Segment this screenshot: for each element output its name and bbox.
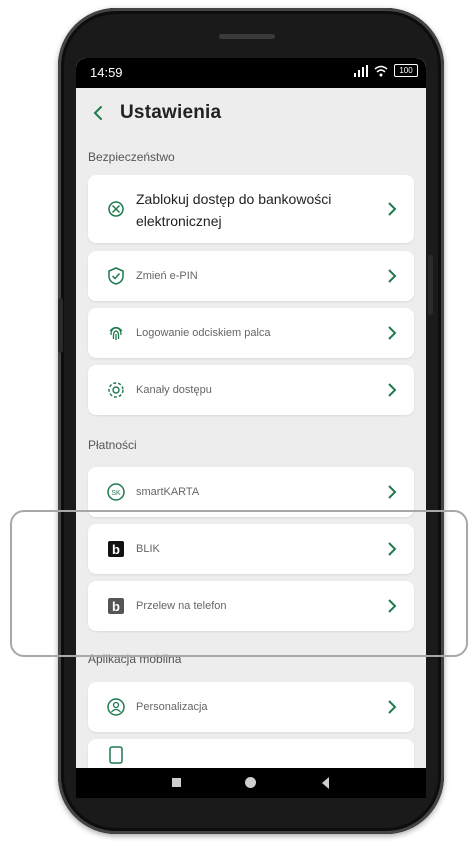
chevron-right-icon	[388, 700, 397, 714]
menu-item-access-channels[interactable]: Kanały dostępu	[88, 365, 414, 415]
highlight-frame	[10, 510, 468, 657]
volume-button	[58, 298, 63, 353]
home-button[interactable]	[245, 777, 256, 788]
section-title-security: Bezpieczeństwo	[88, 150, 175, 164]
menu-item-block-access[interactable]: Zablokuj dostęp do bankowości elektronic…	[88, 175, 414, 243]
status-bar: 14:59 100	[76, 58, 426, 88]
block-icon	[106, 199, 126, 219]
app-screen: 14:59 100 Ustawienia Bezpieczeństwo Zabl…	[76, 58, 426, 768]
menu-item-change-epin[interactable]: Zmień e-PIN	[88, 251, 414, 301]
status-icons: 100	[354, 64, 418, 77]
menu-item-label: Zablokuj dostęp do bankowości	[136, 191, 332, 207]
smartkarta-icon: SK	[106, 482, 126, 502]
recents-button[interactable]	[172, 778, 181, 787]
chevron-right-icon	[388, 202, 397, 216]
menu-item-label: Zmień e-PIN	[136, 270, 198, 282]
system-nav-bar	[76, 768, 426, 798]
menu-item-label: Kanały dostępu	[136, 384, 212, 396]
signal-icon	[354, 64, 368, 77]
menu-item-label: Personalizacja	[136, 701, 208, 713]
speaker-grille	[219, 34, 275, 39]
menu-item-personalization[interactable]: Personalizacja	[88, 682, 414, 732]
app-header: Ustawienia	[76, 88, 426, 138]
page-title: Ustawienia	[120, 102, 222, 123]
chevron-right-icon	[388, 485, 397, 499]
user-circle-icon	[106, 697, 126, 717]
device-icon	[106, 745, 126, 765]
shield-check-icon	[106, 266, 126, 286]
svg-text:SK: SK	[111, 490, 121, 497]
menu-item-label: smartKARTA	[136, 486, 200, 498]
status-time: 14:59	[90, 65, 123, 80]
section-title-payments: Płatności	[88, 438, 137, 452]
menu-item-label: Logowanie odciskiem palca	[136, 327, 271, 339]
chevron-right-icon	[388, 326, 397, 340]
power-button	[428, 255, 433, 315]
gear-icon	[106, 380, 126, 400]
battery-icon: 100	[394, 64, 418, 77]
chevron-right-icon	[388, 383, 397, 397]
menu-item-partial[interactable]	[88, 739, 414, 768]
chevron-right-icon	[388, 269, 397, 283]
back-arrow-icon[interactable]	[90, 104, 108, 122]
wifi-icon	[374, 65, 388, 76]
back-button[interactable]	[322, 777, 329, 789]
menu-item-label: elektronicznej	[136, 213, 222, 229]
menu-item-fingerprint-login[interactable]: Logowanie odciskiem palca	[88, 308, 414, 358]
fingerprint-icon	[106, 323, 126, 343]
